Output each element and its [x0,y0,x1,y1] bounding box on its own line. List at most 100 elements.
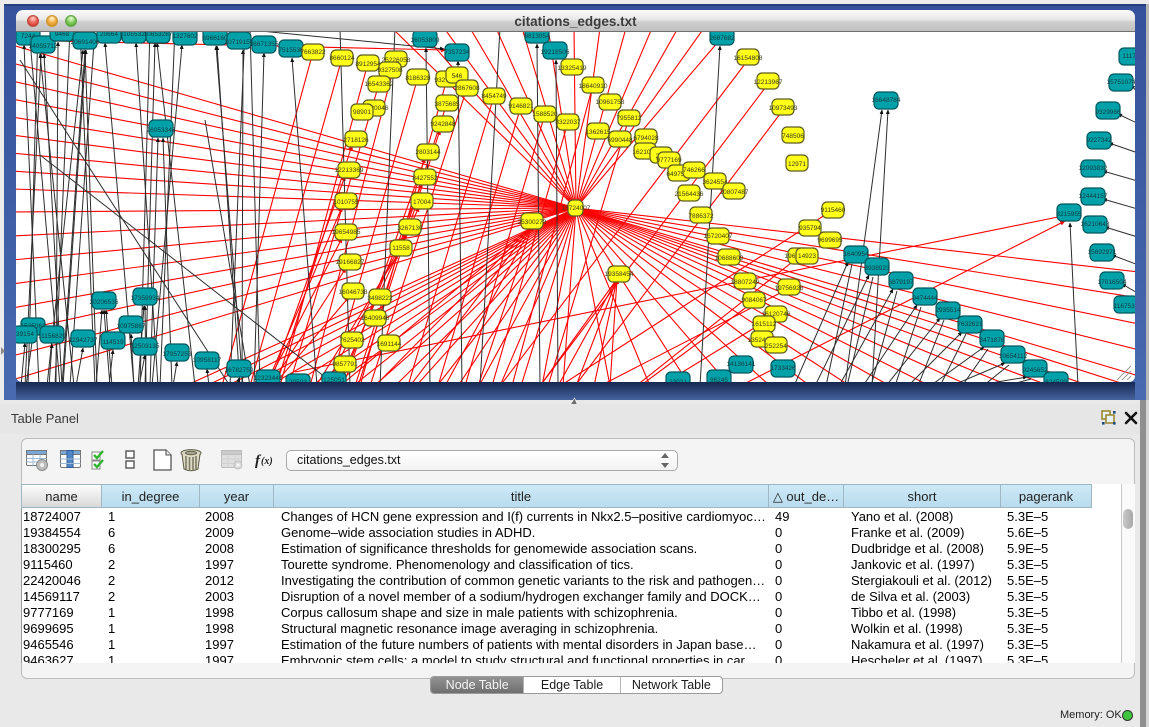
svg-text:19756928: 19756928 [775,285,804,292]
svg-text:8454749: 8454749 [481,93,507,100]
svg-text:17016504: 17016504 [1098,279,1127,286]
svg-text:19654985: 19654985 [332,229,361,236]
svg-text:17004: 17004 [413,199,431,206]
svg-text:11558: 11558 [392,245,410,252]
svg-text:16543362: 16543362 [365,81,394,88]
svg-text:12323446: 12323446 [254,375,283,382]
svg-text:10654112: 10654112 [999,353,1028,360]
svg-text:19358454: 19358454 [605,271,634,278]
svg-text:96245: 96245 [710,377,728,382]
svg-text:9327508: 9327508 [377,67,403,74]
svg-text:16648784: 16648784 [872,97,901,104]
svg-text:12444157: 12444157 [1079,193,1108,200]
svg-text:8186328: 8186328 [405,75,431,82]
svg-text:8471876: 8471876 [979,337,1005,344]
svg-text:10975867: 10975867 [117,323,146,330]
svg-text:8427552: 8427552 [412,175,438,182]
svg-text:746266: 746266 [683,167,705,174]
svg-text:7625402: 7625402 [339,337,365,344]
svg-text:252254: 252254 [765,343,787,350]
svg-text:98901: 98901 [353,109,371,116]
svg-text:105532: 105532 [123,32,145,38]
svg-text:3267130: 3267130 [397,225,423,232]
svg-text:9474444: 9474444 [912,295,938,302]
svg-text:10807487: 10807487 [720,189,749,196]
svg-text:18640910: 18640910 [579,83,608,90]
svg-text:16154808: 16154808 [734,55,763,62]
svg-text:8813054: 8813054 [524,33,550,40]
svg-text:17359934: 17359934 [131,295,160,302]
svg-text:12503135: 12503135 [131,343,160,350]
svg-text:9857791: 9857791 [332,361,358,368]
svg-text:20206536: 20206536 [90,299,119,306]
svg-text:11174: 11174 [1122,53,1135,60]
svg-text:15720407: 15720407 [704,233,733,240]
svg-text:3875685: 3875685 [434,101,460,108]
svg-text:16409948: 16409948 [361,315,390,322]
svg-text:9245652: 9245652 [1022,367,1048,374]
svg-text:1362615: 1362615 [585,129,611,136]
svg-text:125051: 125051 [323,377,345,382]
svg-text:10961758: 10961758 [596,99,625,106]
svg-text:1010755: 1010755 [333,199,359,206]
svg-text:16053809: 16053809 [411,37,440,44]
svg-text:19218506: 19218506 [541,49,570,56]
svg-text:2935514: 2935514 [935,307,961,314]
svg-text:9227342: 9227342 [1086,137,1112,144]
svg-text:12942737: 12942737 [69,337,98,344]
svg-text:18724007: 18724007 [562,205,591,212]
svg-text:16671355: 16671355 [250,41,279,48]
svg-text:2687682: 2687682 [709,35,735,42]
svg-text:12213967: 12213967 [754,79,783,86]
svg-text:11156829: 11156829 [38,333,66,340]
svg-text:114519: 114519 [102,339,124,346]
svg-text:9777169: 9777169 [656,157,682,164]
svg-text:9242848: 9242848 [430,121,456,128]
svg-text:7357234: 7357234 [444,49,470,56]
svg-text:16046738: 16046738 [339,289,368,296]
svg-text:14136141: 14136141 [727,361,756,368]
svg-text:8938923: 8938923 [864,265,890,272]
svg-text:1733426: 1733426 [770,365,796,372]
svg-text:39154: 39154 [16,331,34,338]
svg-text:8215955: 8215955 [1056,211,1082,218]
svg-text:12971: 12971 [788,161,806,168]
svg-text:6990448: 6990448 [607,137,633,144]
svg-text:15692971: 15692971 [1088,249,1117,256]
svg-text:1327602: 1327602 [172,33,198,40]
svg-text:1615112: 1615112 [752,321,777,328]
svg-text:824509: 824509 [1045,379,1067,382]
svg-text:3498222: 3498222 [367,295,393,302]
svg-text:9115460: 9115460 [821,207,846,214]
svg-text:1691144: 1691144 [377,341,402,348]
svg-text:1640954: 1640954 [843,251,869,258]
svg-text:20691406: 20691406 [71,39,100,46]
svg-text:10688609: 10688609 [715,255,744,262]
svg-text:17957253: 17957253 [163,351,192,358]
svg-text:23031: 23031 [669,379,687,382]
svg-text:(x): (x) [261,456,273,467]
svg-text:19166827: 19166827 [336,259,365,266]
svg-text:9146821: 9146821 [508,103,534,110]
svg-text:546: 546 [452,73,463,80]
svg-text:10973493: 10973493 [769,105,798,112]
svg-text:7632621: 7632621 [957,321,983,328]
svg-text:1167539: 1167539 [1114,303,1135,310]
svg-text:1588520: 1588520 [532,111,558,118]
svg-text:2867608: 2867608 [454,85,480,92]
svg-text:18807249: 18807249 [731,279,760,286]
svg-text:9329966: 9329966 [1095,109,1121,116]
svg-text:12093832: 12093832 [1079,165,1108,172]
svg-text:14055712: 14055712 [29,43,58,50]
svg-text:21564436: 21564436 [675,191,704,198]
svg-text:20503: 20503 [289,379,307,382]
svg-text:8660124: 8660124 [329,55,355,62]
svg-text:6794028: 6794028 [633,135,659,142]
svg-text:12213369: 12213369 [335,167,364,174]
svg-text:935794: 935794 [799,225,821,232]
svg-text:8322037: 8322037 [555,119,581,126]
svg-text:9699695: 9699695 [817,237,843,244]
svg-text:6879197: 6879197 [888,279,914,286]
svg-text:9468: 9468 [55,32,70,38]
svg-text:25300273: 25300273 [518,219,547,226]
